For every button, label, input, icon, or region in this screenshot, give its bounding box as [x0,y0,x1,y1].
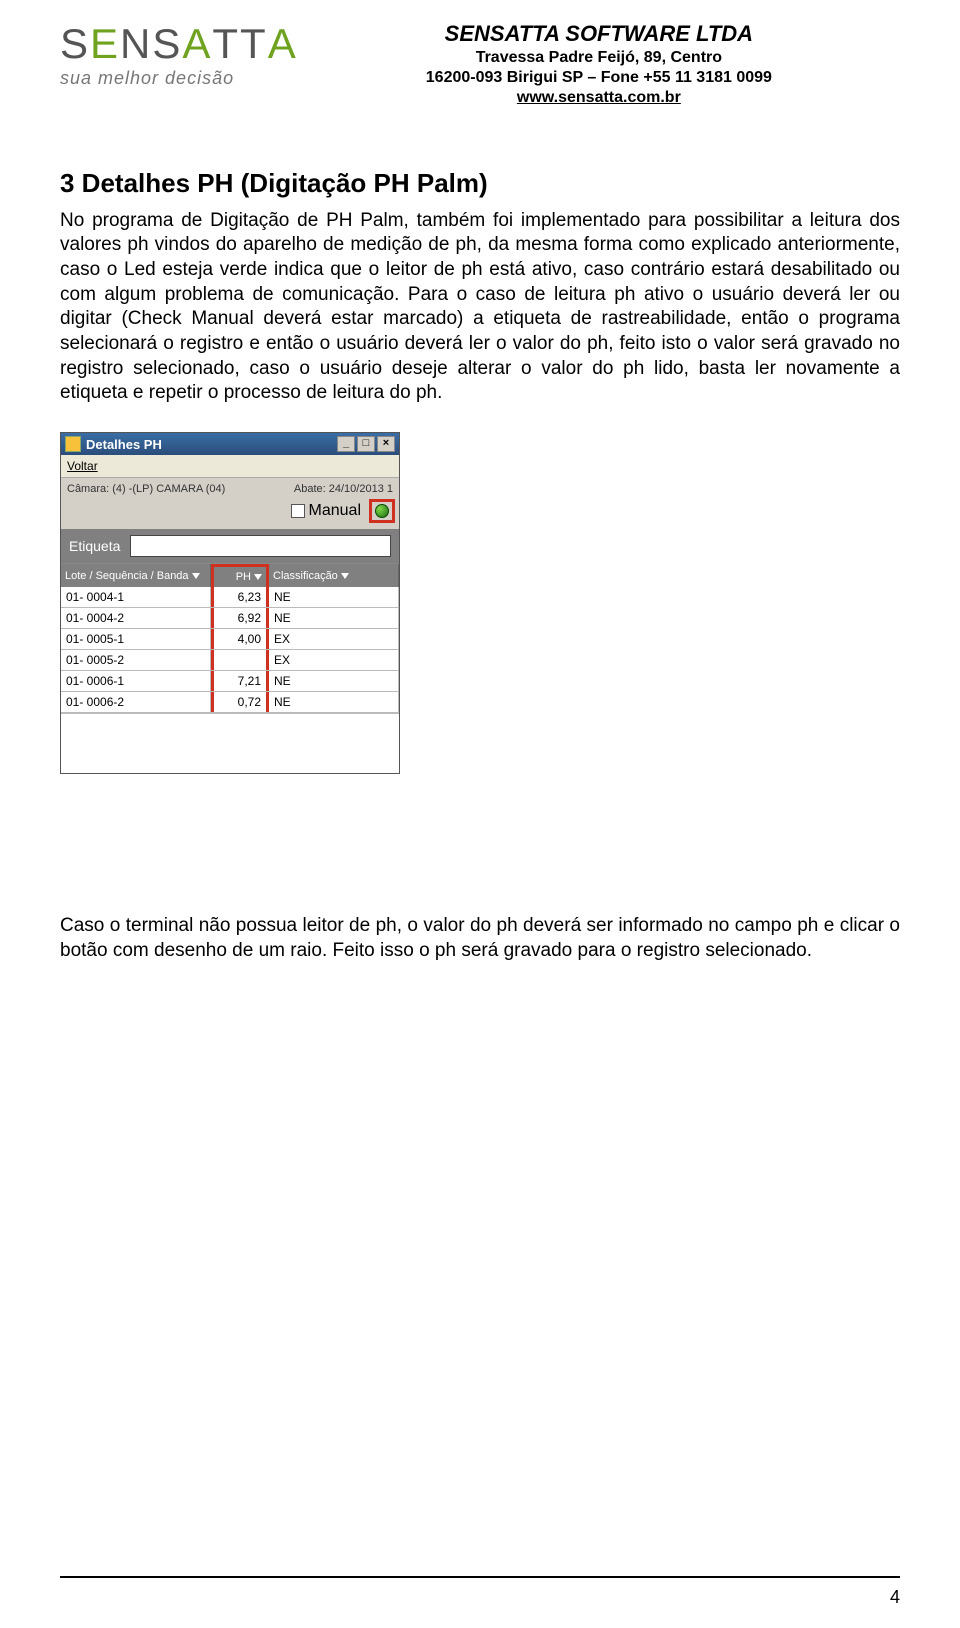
cell-lote: 01- 0006-2 [61,692,211,712]
cell-ph: 4,00 [211,629,269,649]
section-title: 3 Detalhes PH (Digitação PH Palm) [60,168,900,199]
logo-text: SENSATTA [60,20,298,68]
logo-tagline: sua melhor decisão [60,68,298,89]
cell-ph: 0,72 [211,692,269,712]
minimize-button[interactable]: _ [337,436,355,452]
manual-checkbox[interactable] [291,504,305,518]
menu-voltar[interactable]: Voltar [67,459,98,473]
cell-class: NE [269,671,399,691]
led-highlight [369,499,395,523]
status-led-icon [375,504,389,518]
window-titlebar: Detalhes PH _ □ × [61,433,399,455]
manual-row: Manual [61,497,399,529]
table-row[interactable]: 01- 0004-2 6,92 NE [61,608,399,629]
maximize-button[interactable]: □ [357,436,375,452]
close-button[interactable]: × [377,436,395,452]
palm-window: Detalhes PH _ □ × Voltar Câmara: (4) -(L… [60,432,400,774]
window-title: Detalhes PH [86,437,162,452]
company-address-1: Travessa Padre Feijó, 89, Centro [298,48,900,68]
cell-lote: 01- 0006-1 [61,671,211,691]
window-icon [65,436,81,452]
grid-header: Lote / Sequência / Banda PH Classificaçã… [61,564,399,587]
footer-divider [60,1576,900,1578]
company-address-2: 16200-093 Birigui SP – Fone +55 11 3181 … [298,68,900,88]
page-header: SENSATTA sua melhor decisão SENSATTA SOF… [60,20,900,108]
table-row[interactable]: 01- 0006-2 0,72 NE [61,692,399,713]
logo-part: TT [212,20,267,67]
cell-lote: 01- 0005-1 [61,629,211,649]
cell-ph: 7,21 [211,671,269,691]
cell-class: NE [269,608,399,628]
column-header-ph[interactable]: PH [211,564,269,587]
menu-bar: Voltar [61,455,399,478]
paragraph-1: No programa de Digitação de PH Palm, tam… [60,209,900,407]
cell-lote: 01- 0005-2 [61,650,211,670]
cell-class: NE [269,587,399,607]
cell-class: EX [269,650,399,670]
logo-part: NS [120,20,182,67]
cell-ph: 6,92 [211,608,269,628]
camara-label: Câmara: (4) -(LP) CAMARA (04) [67,483,225,495]
column-header-lote-label: Lote / Sequência / Banda [65,570,189,582]
abate-label: Abate: 24/10/2013 1 [225,483,393,495]
table-row[interactable]: 01- 0005-1 4,00 EX [61,629,399,650]
ph-grid: Lote / Sequência / Banda PH Classificaçã… [61,563,399,773]
logo: SENSATTA sua melhor decisão [60,20,298,89]
column-header-lote[interactable]: Lote / Sequência / Banda [61,564,211,587]
manual-label: Manual [309,502,361,520]
logo-part: E [90,20,120,67]
logo-part: S [60,20,90,67]
etiqueta-row: Etiqueta [61,529,399,563]
logo-part: A [268,20,298,67]
cell-ph: 6,23 [211,587,269,607]
cell-class: EX [269,629,399,649]
cell-class: NE [269,692,399,712]
grid-empty-area [61,713,399,773]
table-row[interactable]: 01- 0004-1 6,23 NE [61,587,399,608]
table-row[interactable]: 01- 0006-1 7,21 NE [61,671,399,692]
cell-lote: 01- 0004-1 [61,587,211,607]
dropdown-icon [254,574,262,580]
page-number: 4 [890,1587,900,1608]
dropdown-icon [192,573,200,579]
company-url: www.sensatta.com.br [298,88,900,108]
company-info: SENSATTA SOFTWARE LTDA Travessa Padre Fe… [298,20,900,108]
logo-part: A [182,20,212,67]
cell-lote: 01- 0004-2 [61,608,211,628]
column-header-ph-label: PH [236,571,251,583]
column-header-class[interactable]: Classificação [269,564,399,587]
etiqueta-label: Etiqueta [69,538,120,554]
company-name: SENSATTA SOFTWARE LTDA [298,20,900,48]
column-header-class-label: Classificação [273,570,338,582]
cell-ph [211,650,269,670]
etiqueta-input[interactable] [130,535,391,557]
info-row: Câmara: (4) -(LP) CAMARA (04) Abate: 24/… [61,478,399,497]
table-row[interactable]: 01- 0005-2 EX [61,650,399,671]
paragraph-2: Caso o terminal não possua leitor de ph,… [60,914,900,963]
dropdown-icon [341,573,349,579]
